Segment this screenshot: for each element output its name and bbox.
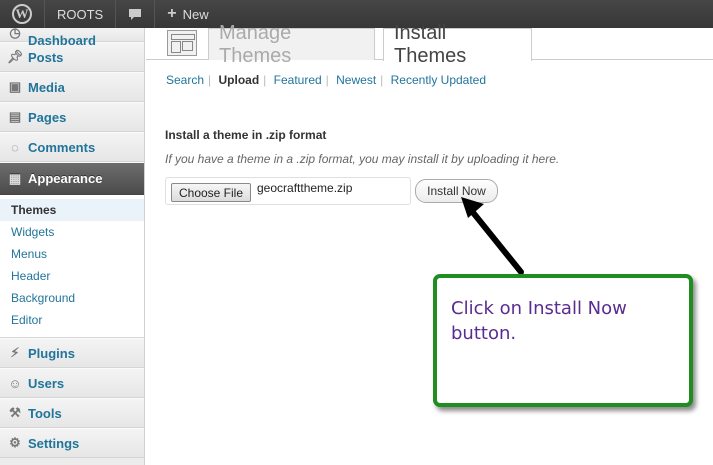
instruction-callout: Click on Install Now button. — [433, 274, 693, 407]
submenu-item-menus[interactable]: Menus — [0, 243, 144, 265]
sidebar-item-label: Plugins — [28, 345, 75, 361]
subnav-recently-updated-link[interactable]: Recently Updated — [391, 73, 486, 87]
sidebar-item-users[interactable]: ☺ Users — [0, 368, 144, 398]
comments-menu[interactable] — [116, 0, 156, 28]
users-icon: ☺ — [8, 375, 22, 391]
subnav-upload-link[interactable]: Upload — [219, 73, 260, 87]
tools-icon: ⚒ — [9, 405, 21, 420]
sidebar-item-settings[interactable]: ⚙ Settings — [0, 428, 144, 458]
subnav-separator: | — [380, 73, 384, 87]
sidebar-item-label: Media — [28, 79, 65, 95]
choose-file-button[interactable]: Choose File — [171, 183, 251, 202]
appearance-icon: ▦ — [8, 170, 22, 186]
sidebar-item-appearance[interactable]: ▦ Appearance — [0, 162, 144, 195]
submenu-item-header[interactable]: Header — [0, 265, 144, 287]
subnav-separator: | — [325, 73, 329, 87]
pushpin-icon: 📌︎ — [6, 49, 24, 64]
themes-tab-bar: Manage Themes Install Themes — [146, 22, 713, 67]
sidebar-item-label: Settings — [28, 435, 80, 451]
subnav-separator: | — [208, 73, 212, 87]
install-subnav: Search | Upload | Featured | Newest | Recent… — [166, 73, 486, 87]
submenu-item-widgets[interactable]: Widgets — [0, 221, 144, 243]
submenu-item-editor[interactable]: Editor — [0, 309, 144, 331]
new-content-label: New — [182, 6, 209, 22]
settings-icon: ⚙ — [9, 435, 21, 450]
appearance-submenu: Themes Widgets Menus Header Background E… — [0, 195, 144, 338]
sidebar-item-label: Posts — [28, 49, 64, 65]
plus-icon: + — [167, 5, 177, 22]
submenu-item-background[interactable]: Background — [0, 287, 144, 309]
themes-screen-icon — [167, 30, 197, 56]
dashboard-icon: ◷ — [9, 28, 21, 40]
comment-icon: ◌ — [11, 139, 19, 155]
sidebar-item-dashboard[interactable]: ◷ Dashboard — [0, 28, 144, 48]
install-now-button[interactable]: Install Now — [415, 179, 498, 203]
sidebar-item-plugins[interactable]: ⚡︎ Plugins — [0, 338, 144, 368]
sidebar-item-label: Pages — [28, 109, 67, 125]
subnav-search-link[interactable]: Search — [166, 73, 204, 87]
sidebar-item-pages[interactable]: ▤ Pages — [0, 102, 144, 132]
sidebar-item-label: Users — [28, 375, 65, 391]
camera-icon: ▣ — [8, 79, 22, 94]
subnav-newest-link[interactable]: Newest — [336, 73, 376, 87]
sidebar-item-label: Comments — [28, 139, 96, 155]
sidebar-item-tools[interactable]: ⚒ Tools — [0, 398, 144, 428]
submenu-item-themes[interactable]: Themes — [0, 199, 144, 221]
tab-manage-themes[interactable]: Manage Themes — [208, 22, 375, 67]
new-content-menu[interactable]: + New — [155, 0, 220, 28]
subnav-separator: | — [263, 73, 267, 87]
wordpress-logo-menu[interactable]: W — [0, 0, 45, 28]
wordpress-logo-icon: W — [12, 4, 32, 24]
sidebar-item-label: Tools — [28, 405, 62, 421]
site-name-link[interactable]: ROOTS — [45, 0, 117, 28]
main-content: Manage Themes Install Themes Search | Upl… — [146, 22, 713, 465]
tab-install-themes[interactable]: Install Themes — [383, 22, 532, 67]
sidebar-item-label: Appearance — [28, 171, 103, 186]
plug-icon: ⚡︎ — [10, 345, 20, 360]
comment-bubble-icon — [129, 8, 142, 20]
selected-file-name: geocrafttheme.zip — [257, 181, 353, 195]
install-section-description: If you have a theme in a .zip format, yo… — [165, 152, 560, 166]
sidebar-item-comments[interactable]: ◌ Comments — [0, 132, 144, 162]
sidebar-item-media[interactable]: ▣ Media — [0, 72, 144, 102]
sidebar-item-label: Dashboard — [28, 33, 96, 48]
subnav-featured-link[interactable]: Featured — [274, 73, 322, 87]
install-section-title: Install a theme in .zip format — [165, 128, 327, 142]
admin-sidebar: ◷ Dashboard 📌︎ Posts ▣ Media ▤ Pages ◌ C… — [0, 28, 145, 465]
file-upload-field[interactable]: Choose File geocrafttheme.zip — [165, 177, 411, 205]
pages-icon: ▤ — [8, 109, 22, 124]
